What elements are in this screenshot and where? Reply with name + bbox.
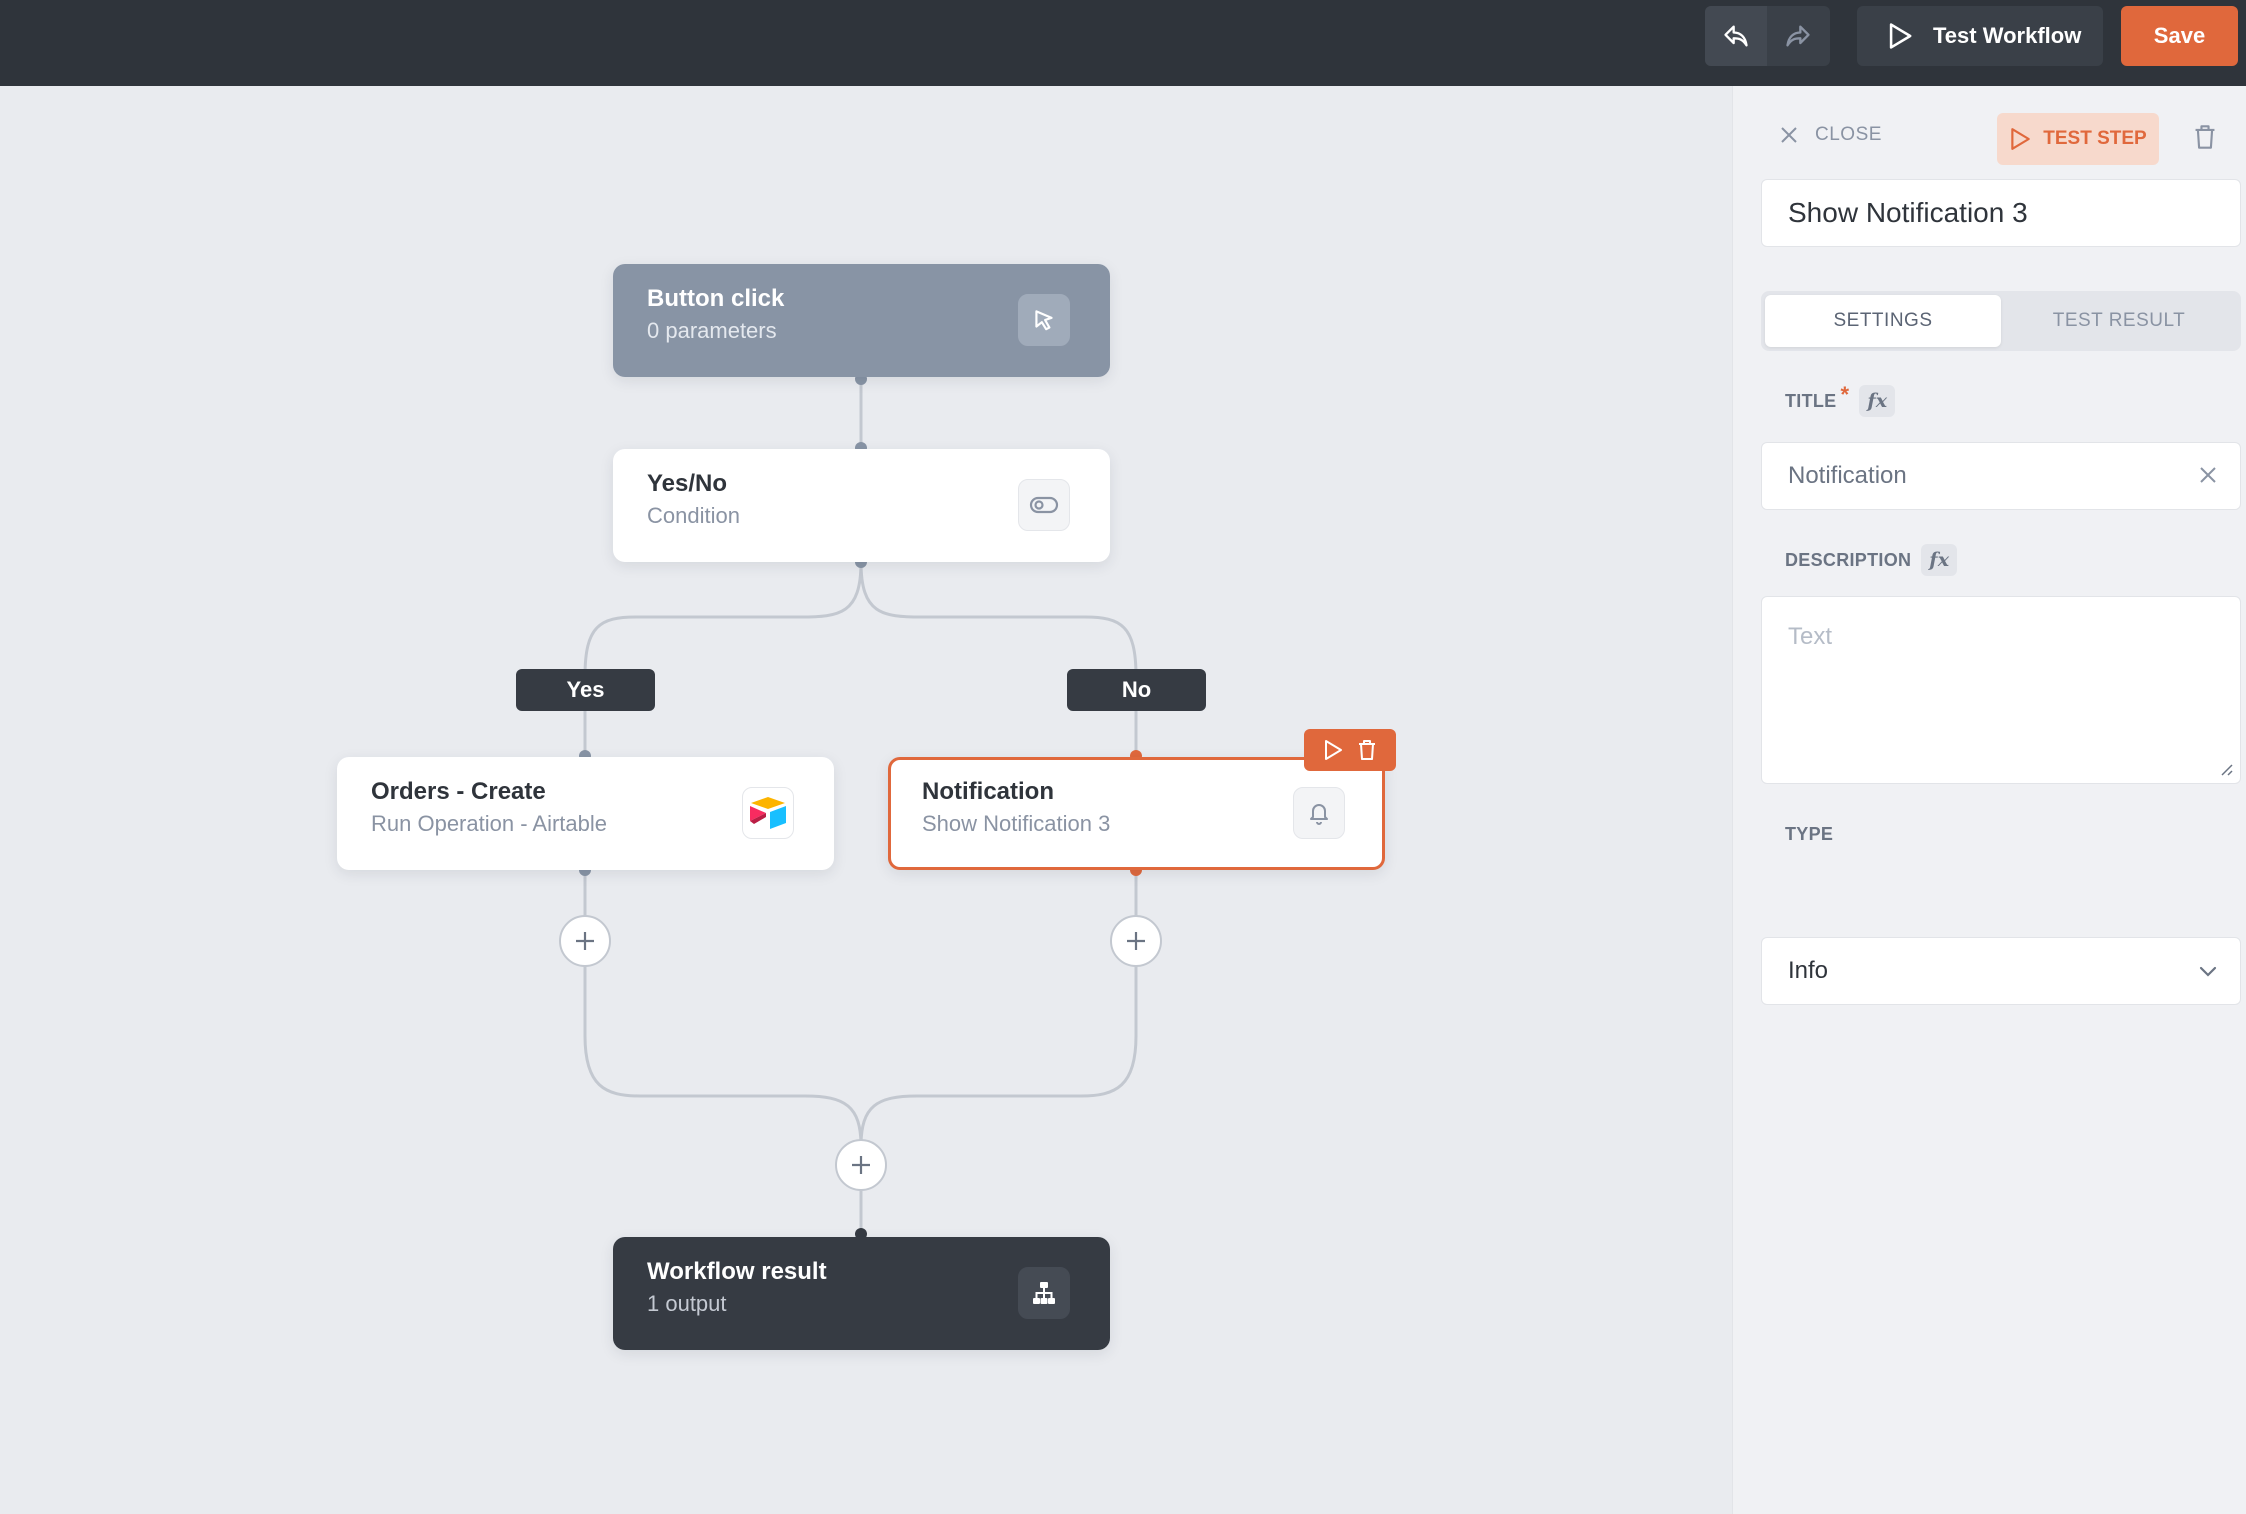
edge-condition-yes	[583, 561, 863, 755]
node-workflow-result[interactable]: Workflow result 1 output	[613, 1237, 1110, 1350]
test-step-label: TEST STEP	[2043, 128, 2147, 149]
undo-button[interactable]	[1705, 6, 1767, 66]
branch-label-no: No	[1067, 669, 1206, 711]
description-expression-toggle[interactable]: fx	[1921, 544, 1958, 576]
trash-icon	[2195, 125, 2215, 149]
node-actions-toolbar	[1304, 729, 1396, 771]
clear-title-button[interactable]	[2198, 465, 2218, 485]
node-subtitle: 1 output	[647, 1291, 727, 1316]
node-notification[interactable]: Notification Show Notification 3	[888, 757, 1385, 870]
top-bar: Test Workflow Save	[0, 0, 2246, 86]
edge-notification-merge	[859, 870, 1138, 1147]
delete-step-button[interactable]	[2193, 124, 2217, 155]
add-step-after-orders-button[interactable]	[559, 915, 611, 967]
description-textarea[interactable]: Text	[1761, 596, 2241, 784]
chevron-down-icon	[2198, 964, 2218, 978]
node-subtitle: Show Notification 3	[922, 811, 1111, 836]
play-icon	[2011, 128, 2031, 150]
title-expression-toggle[interactable]: fx	[1859, 385, 1896, 417]
required-marker: *	[1840, 382, 1850, 407]
trash-icon	[1359, 740, 1375, 760]
edge-orders-merge	[583, 870, 863, 1236]
test-workflow-button[interactable]: Test Workflow	[1857, 6, 2103, 66]
type-select-value: Info	[1788, 957, 1829, 984]
plus-icon	[576, 932, 594, 950]
resize-handle-icon[interactable]	[2218, 761, 2234, 777]
edge-condition-no	[859, 561, 1138, 755]
description-placeholder: Text	[1788, 623, 1833, 650]
undo-redo-group	[1705, 6, 1830, 66]
node-orders-create[interactable]: Orders - Create Run Operation - Airtable	[337, 757, 834, 870]
tab-test-result[interactable]: TEST RESULT	[2001, 295, 2237, 347]
branch-label-yes: Yes	[516, 669, 655, 711]
title-input[interactable]: Notification	[1761, 442, 2241, 510]
node-title: Yes/No	[647, 470, 728, 497]
close-label: CLOSE	[1815, 124, 1882, 145]
redo-button[interactable]	[1767, 6, 1829, 66]
add-step-before-result-button[interactable]	[835, 1139, 887, 1191]
workflow-canvas[interactable]: Button click 0 parameters Yes/No Conditi…	[0, 86, 1732, 1514]
node-condition[interactable]: Yes/No Condition	[613, 449, 1110, 562]
cursor-click-icon	[1018, 294, 1070, 346]
run-step-button[interactable]	[1323, 739, 1343, 761]
close-icon	[1781, 127, 1797, 143]
toggle-icon	[1018, 479, 1070, 531]
play-icon	[1325, 740, 1342, 760]
panel-tabs: SETTINGS TEST RESULT	[1761, 291, 2241, 351]
node-title: Orders - Create	[371, 778, 546, 805]
description-field-label: DESCRIPTION fx	[1785, 544, 1958, 576]
node-title: Notification	[922, 778, 1054, 805]
play-icon	[1889, 23, 1912, 49]
tab-settings[interactable]: SETTINGS	[1765, 295, 2001, 347]
close-icon	[2200, 467, 2216, 483]
redo-icon	[1786, 25, 1810, 47]
step-name-field[interactable]: Show Notification 3	[1761, 179, 2241, 247]
node-trigger[interactable]: Button click 0 parameters	[613, 264, 1110, 377]
node-subtitle: Run Operation - Airtable	[371, 811, 608, 836]
description-label-text: DESCRIPTION	[1785, 549, 1912, 570]
save-button[interactable]: Save	[2121, 6, 2238, 66]
type-select[interactable]: Info	[1761, 937, 2241, 1005]
node-title: Button click	[647, 285, 785, 312]
test-workflow-label: Test Workflow	[1933, 23, 2082, 48]
delete-step-button[interactable]	[1357, 739, 1377, 761]
title-label-text: TITLE	[1785, 390, 1837, 411]
undo-icon	[1724, 25, 1748, 47]
title-input-value: Notification	[1788, 462, 1907, 489]
title-field-label: TITLE * fx	[1785, 382, 1896, 417]
close-panel-button[interactable]: CLOSE	[1779, 124, 1882, 146]
plus-icon	[1127, 932, 1145, 950]
node-title: Workflow result	[647, 1258, 827, 1285]
sitemap-icon	[1018, 1267, 1070, 1319]
add-step-after-notification-button[interactable]	[1110, 915, 1162, 967]
type-label-text: TYPE	[1785, 824, 1834, 844]
airtable-logo-icon	[742, 787, 794, 839]
node-subtitle: Condition	[647, 503, 740, 528]
step-settings-panel: CLOSE TEST STEP Show Notification 3 SETT…	[1732, 86, 2246, 1514]
bell-icon	[1293, 787, 1345, 839]
node-subtitle: 0 parameters	[647, 318, 777, 343]
plus-icon	[852, 1156, 870, 1174]
workflow-editor: Test Workflow Save Button click 0 parame…	[0, 0, 2246, 1514]
test-step-button[interactable]: TEST STEP	[1997, 113, 2159, 165]
type-field-label: TYPE	[1785, 824, 1833, 845]
